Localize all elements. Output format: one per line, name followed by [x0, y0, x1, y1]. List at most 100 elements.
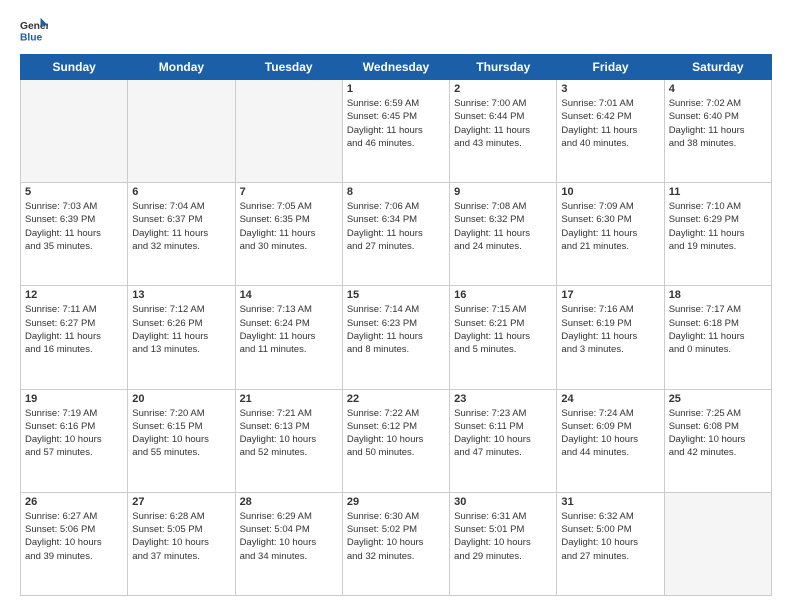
calendar-cell: 14 Sunrise: 7:13 AM Sunset: 6:24 PM Dayli…	[235, 286, 342, 389]
day-info: Sunrise: 7:15 AM Sunset: 6:21 PM Dayligh…	[454, 303, 552, 356]
day-info: Sunrise: 6:31 AM Sunset: 5:01 PM Dayligh…	[454, 510, 552, 563]
day-number: 14	[240, 289, 338, 301]
day-info: Sunrise: 7:05 AM Sunset: 6:35 PM Dayligh…	[240, 200, 338, 253]
day-number: 11	[669, 186, 767, 198]
logo-icon: General Blue	[20, 16, 48, 44]
calendar-header-friday: Friday	[557, 55, 664, 80]
day-info: Sunrise: 7:10 AM Sunset: 6:29 PM Dayligh…	[669, 200, 767, 253]
day-number: 16	[454, 289, 552, 301]
day-number: 6	[132, 186, 230, 198]
calendar-cell	[664, 492, 771, 595]
day-info: Sunrise: 7:17 AM Sunset: 6:18 PM Dayligh…	[669, 303, 767, 356]
calendar-header-wednesday: Wednesday	[342, 55, 449, 80]
calendar-header-monday: Monday	[128, 55, 235, 80]
day-number: 22	[347, 393, 445, 405]
day-number: 12	[25, 289, 123, 301]
calendar-cell: 17 Sunrise: 7:16 AM Sunset: 6:19 PM Dayli…	[557, 286, 664, 389]
calendar-cell: 2 Sunrise: 7:00 AM Sunset: 6:44 PM Daylig…	[450, 80, 557, 183]
day-info: Sunrise: 6:59 AM Sunset: 6:45 PM Dayligh…	[347, 97, 445, 150]
calendar-week-5: 26 Sunrise: 6:27 AM Sunset: 5:06 PM Dayli…	[21, 492, 772, 595]
day-number: 27	[132, 496, 230, 508]
page: General Blue SundayMondayTuesdayWednesda…	[0, 0, 792, 612]
day-number: 30	[454, 496, 552, 508]
day-info: Sunrise: 7:13 AM Sunset: 6:24 PM Dayligh…	[240, 303, 338, 356]
calendar-cell: 10Sunrise: 7:09 AM Sunset: 6:30 PM Dayli…	[557, 183, 664, 286]
calendar-cell: 29Sunrise: 6:30 AM Sunset: 5:02 PM Dayli…	[342, 492, 449, 595]
day-info: Sunrise: 7:02 AM Sunset: 6:40 PM Dayligh…	[669, 97, 767, 150]
calendar-table: SundayMondayTuesdayWednesdayThursdayFrid…	[20, 54, 772, 596]
day-number: 26	[25, 496, 123, 508]
calendar-cell: 23 Sunrise: 7:23 AM Sunset: 6:11 PM Dayli…	[450, 389, 557, 492]
calendar-cell: 12 Sunrise: 7:11 AM Sunset: 6:27 PM Dayli…	[21, 286, 128, 389]
day-info: Sunrise: 7:22 AM Sunset: 6:12 PM Dayligh…	[347, 407, 445, 460]
calendar-header-thursday: Thursday	[450, 55, 557, 80]
day-info: Sunrise: 7:04 AM Sunset: 6:37 PM Dayligh…	[132, 200, 230, 253]
calendar-cell: 31 Sunrise: 6:32 AM Sunset: 5:00 PM Dayli…	[557, 492, 664, 595]
day-info: Sunrise: 7:21 AM Sunset: 6:13 PM Dayligh…	[240, 407, 338, 460]
day-number: 23	[454, 393, 552, 405]
day-number: 4	[669, 83, 767, 95]
day-number: 25	[669, 393, 767, 405]
calendar-cell: 6 Sunrise: 7:04 AM Sunset: 6:37 PM Daylig…	[128, 183, 235, 286]
day-number: 1	[347, 83, 445, 95]
header: General Blue	[20, 16, 772, 44]
calendar-cell: 22 Sunrise: 7:22 AM Sunset: 6:12 PM Dayli…	[342, 389, 449, 492]
calendar-cell	[21, 80, 128, 183]
calendar-cell: 20 Sunrise: 7:20 AM Sunset: 6:15 PM Dayli…	[128, 389, 235, 492]
calendar-header-row: SundayMondayTuesdayWednesdayThursdayFrid…	[21, 55, 772, 80]
day-info: Sunrise: 6:29 AM Sunset: 5:04 PM Dayligh…	[240, 510, 338, 563]
calendar-cell: 18 Sunrise: 7:17 AM Sunset: 6:18 PM Dayli…	[664, 286, 771, 389]
day-info: Sunrise: 7:24 AM Sunset: 6:09 PM Dayligh…	[561, 407, 659, 460]
day-number: 17	[561, 289, 659, 301]
calendar-cell: 21Sunrise: 7:21 AM Sunset: 6:13 PM Dayli…	[235, 389, 342, 492]
calendar-header-tuesday: Tuesday	[235, 55, 342, 80]
calendar-cell: 1 Sunrise: 6:59 AM Sunset: 6:45 PM Daylig…	[342, 80, 449, 183]
day-number: 10	[561, 186, 659, 198]
calendar-week-3: 12 Sunrise: 7:11 AM Sunset: 6:27 PM Dayli…	[21, 286, 772, 389]
day-number: 3	[561, 83, 659, 95]
day-info: Sunrise: 7:20 AM Sunset: 6:15 PM Dayligh…	[132, 407, 230, 460]
day-info: Sunrise: 6:32 AM Sunset: 5:00 PM Dayligh…	[561, 510, 659, 563]
calendar-header-sunday: Sunday	[21, 55, 128, 80]
day-info: Sunrise: 7:08 AM Sunset: 6:32 PM Dayligh…	[454, 200, 552, 253]
calendar-cell	[235, 80, 342, 183]
calendar-cell: 3 Sunrise: 7:01 AM Sunset: 6:42 PM Daylig…	[557, 80, 664, 183]
day-number: 31	[561, 496, 659, 508]
day-number: 7	[240, 186, 338, 198]
day-info: Sunrise: 7:23 AM Sunset: 6:11 PM Dayligh…	[454, 407, 552, 460]
day-number: 5	[25, 186, 123, 198]
day-number: 29	[347, 496, 445, 508]
day-info: Sunrise: 7:11 AM Sunset: 6:27 PM Dayligh…	[25, 303, 123, 356]
calendar-week-1: 1 Sunrise: 6:59 AM Sunset: 6:45 PM Daylig…	[21, 80, 772, 183]
day-info: Sunrise: 6:27 AM Sunset: 5:06 PM Dayligh…	[25, 510, 123, 563]
day-number: 18	[669, 289, 767, 301]
calendar-cell: 16 Sunrise: 7:15 AM Sunset: 6:21 PM Dayli…	[450, 286, 557, 389]
day-info: Sunrise: 7:16 AM Sunset: 6:19 PM Dayligh…	[561, 303, 659, 356]
day-number: 20	[132, 393, 230, 405]
calendar-cell	[128, 80, 235, 183]
day-number: 8	[347, 186, 445, 198]
day-info: Sunrise: 7:00 AM Sunset: 6:44 PM Dayligh…	[454, 97, 552, 150]
calendar-cell: 11 Sunrise: 7:10 AM Sunset: 6:29 PM Dayli…	[664, 183, 771, 286]
day-info: Sunrise: 7:01 AM Sunset: 6:42 PM Dayligh…	[561, 97, 659, 150]
day-number: 19	[25, 393, 123, 405]
day-info: Sunrise: 7:14 AM Sunset: 6:23 PM Dayligh…	[347, 303, 445, 356]
logo: General Blue	[20, 16, 48, 44]
day-number: 2	[454, 83, 552, 95]
calendar-cell: 7 Sunrise: 7:05 AM Sunset: 6:35 PM Daylig…	[235, 183, 342, 286]
day-info: Sunrise: 6:28 AM Sunset: 5:05 PM Dayligh…	[132, 510, 230, 563]
calendar-cell: 19Sunrise: 7:19 AM Sunset: 6:16 PM Dayli…	[21, 389, 128, 492]
day-number: 15	[347, 289, 445, 301]
calendar-cell: 13 Sunrise: 7:12 AM Sunset: 6:26 PM Dayli…	[128, 286, 235, 389]
calendar-cell: 8Sunrise: 7:06 AM Sunset: 6:34 PM Daylig…	[342, 183, 449, 286]
calendar-cell: 27 Sunrise: 6:28 AM Sunset: 5:05 PM Dayli…	[128, 492, 235, 595]
calendar-week-2: 5Sunrise: 7:03 AM Sunset: 6:39 PM Daylig…	[21, 183, 772, 286]
svg-text:Blue: Blue	[20, 32, 43, 43]
calendar-cell: 24Sunrise: 7:24 AM Sunset: 6:09 PM Dayli…	[557, 389, 664, 492]
calendar-cell: 25Sunrise: 7:25 AM Sunset: 6:08 PM Dayli…	[664, 389, 771, 492]
day-number: 13	[132, 289, 230, 301]
calendar-cell: 4 Sunrise: 7:02 AM Sunset: 6:40 PM Daylig…	[664, 80, 771, 183]
calendar-cell: 28Sunrise: 6:29 AM Sunset: 5:04 PM Dayli…	[235, 492, 342, 595]
day-info: Sunrise: 7:12 AM Sunset: 6:26 PM Dayligh…	[132, 303, 230, 356]
calendar-week-4: 19Sunrise: 7:19 AM Sunset: 6:16 PM Dayli…	[21, 389, 772, 492]
